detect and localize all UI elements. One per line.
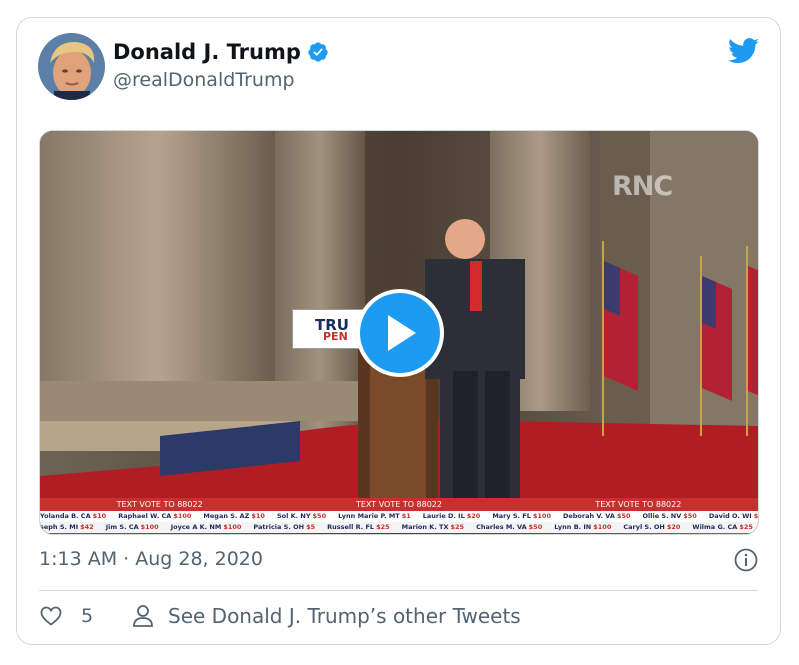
donor-amount: $25: [450, 523, 465, 531]
heart-icon: [40, 606, 62, 626]
donor-entry: Lynn B. IN $100: [554, 523, 611, 531]
see-other-tweets-label: See Donald J. Trump’s other Tweets: [168, 604, 521, 628]
donor-name: Deborah V. VA: [562, 512, 615, 520]
donor-amount: $50: [312, 512, 327, 520]
like-button[interactable]: 5: [39, 604, 93, 628]
donor-name: Laurie D. IL: [422, 512, 465, 520]
ticker-cta: TEXT VOTE TO 88022: [355, 500, 442, 509]
video-player[interactable]: RNC TRU PEN TEXT VOTE TO 88022 TEXT VOTE…: [39, 130, 759, 535]
tweet-card[interactable]: Donald J. Trump @realDonaldTrump RNC TRU…: [16, 17, 781, 645]
donor-amount: $42: [80, 523, 94, 531]
donor-entry: Charles M. VA $50: [476, 523, 542, 531]
donor-amount: $50: [616, 512, 631, 520]
donor-amount: $10: [251, 512, 265, 520]
donor-amount: $100: [532, 512, 551, 520]
donor-name: Yolanda B. CA: [40, 512, 91, 520]
donor-amount: $100: [593, 523, 612, 531]
donor-entry: Yolanda B. CA $10: [40, 512, 106, 520]
play-button[interactable]: [356, 289, 444, 377]
twitter-bird-icon[interactable]: [728, 38, 760, 64]
donor-entry: Laurie D. IL $20: [423, 512, 481, 520]
donor-entry: David O. WI$20: [709, 512, 758, 520]
divider: [39, 590, 758, 591]
donor-name: Marion K. TX: [401, 523, 449, 531]
donor-entry: Deborah V. VA $50: [563, 512, 631, 520]
donor-name: David O. WI: [708, 512, 752, 520]
donor-name: Wilma G. CA: [692, 523, 738, 531]
donor-amount: $25: [739, 523, 753, 531]
donor-amount: $20: [666, 523, 681, 531]
donor-entry: Jim S. CA $100: [106, 523, 159, 531]
donor-entry: Caryl S. OH $20: [623, 523, 680, 531]
donor-amount: $5: [306, 523, 316, 531]
donor-name: Ollie S. NV: [642, 512, 682, 520]
user-handle[interactable]: @realDonaldTrump: [113, 69, 295, 91]
ticker-cta: TEXT VOTE TO 88022: [595, 500, 682, 509]
donor-ticker-row-2: seph S. MI $42 Jim S. CA $100 Joyce A K. NM $…: [40, 522, 758, 533]
donor-amount: $100: [140, 523, 159, 531]
donor-amount: $25: [376, 523, 390, 531]
verified-badge-icon: [308, 42, 328, 62]
donor-entry: Ollie S. NV $50: [643, 512, 697, 520]
like-count: 5: [81, 605, 94, 627]
info-icon[interactable]: [734, 548, 758, 572]
play-icon: [388, 315, 416, 351]
donor-name: Charles M. VA: [476, 523, 527, 531]
display-name[interactable]: Donald J. Trump: [113, 40, 301, 64]
donor-name: Caryl S. OH: [623, 523, 665, 531]
donor-amount: $50: [528, 523, 543, 531]
donor-name: Lynn B. IN: [554, 523, 592, 531]
donor-name: Russell R. FL: [327, 523, 375, 531]
donor-name: Lynn Marie P. MT: [338, 512, 400, 520]
tweet-timestamp[interactable]: 1:13 AM · Aug 28, 2020: [39, 548, 263, 570]
donor-entry: Megan S. AZ $10: [203, 512, 265, 520]
donor-amount: $100: [173, 512, 192, 520]
donor-entry: Mary S. FL $100: [492, 512, 551, 520]
donor-entry: seph S. MI $42: [40, 523, 94, 531]
donor-amount: $1: [401, 512, 411, 520]
donor-name: Mary S. FL: [492, 512, 531, 520]
donor-entry: Joyce A K. NM $100: [171, 523, 242, 531]
donor-entry: Russell R. FL $25: [327, 523, 390, 531]
donor-name: seph S. MI: [40, 523, 79, 531]
donor-entry: Sol K. NY $50: [277, 512, 326, 520]
donor-amount: $50: [683, 512, 697, 520]
name-row[interactable]: Donald J. Trump: [113, 40, 329, 64]
rnc-watermark: RNC: [612, 171, 673, 202]
donor-amount: $10: [92, 512, 107, 520]
donor-name: Megan S. AZ: [203, 512, 250, 520]
donor-entry: Wilma G. CA $25: [692, 523, 753, 531]
donor-name: Sol K. NY: [276, 512, 311, 520]
donor-name: Raphael W. CA: [118, 512, 172, 520]
avatar[interactable]: [38, 33, 105, 100]
donor-entry: Raphael W. CA $100: [118, 512, 191, 520]
donor-name: Patricia S. OH: [253, 523, 305, 531]
donor-entry: Patricia S. OH $5: [253, 523, 315, 531]
ticker-cta-bar: TEXT VOTE TO 88022 TEXT VOTE TO 88022 TE…: [40, 498, 758, 511]
sign-line-2: PEN: [323, 330, 348, 343]
donor-ticker-row-1: Yolanda B. CA $10 Raphael W. CA $100 Megan S…: [40, 511, 758, 522]
donor-amount: $20: [466, 512, 481, 520]
donor-amount: $100: [223, 523, 242, 531]
donor-name: Jim S. CA: [105, 523, 139, 531]
donor-name: Joyce A K. NM: [170, 523, 222, 531]
donor-entry: Marion K. TX $25: [402, 523, 464, 531]
see-other-tweets-link[interactable]: See Donald J. Trump’s other Tweets: [132, 604, 521, 628]
donor-entry: Lynn Marie P. MT $1: [338, 512, 411, 520]
donor-amount: $20: [753, 512, 758, 520]
person-icon: [133, 605, 153, 627]
ticker-cta: TEXT VOTE TO 88022: [116, 500, 203, 509]
